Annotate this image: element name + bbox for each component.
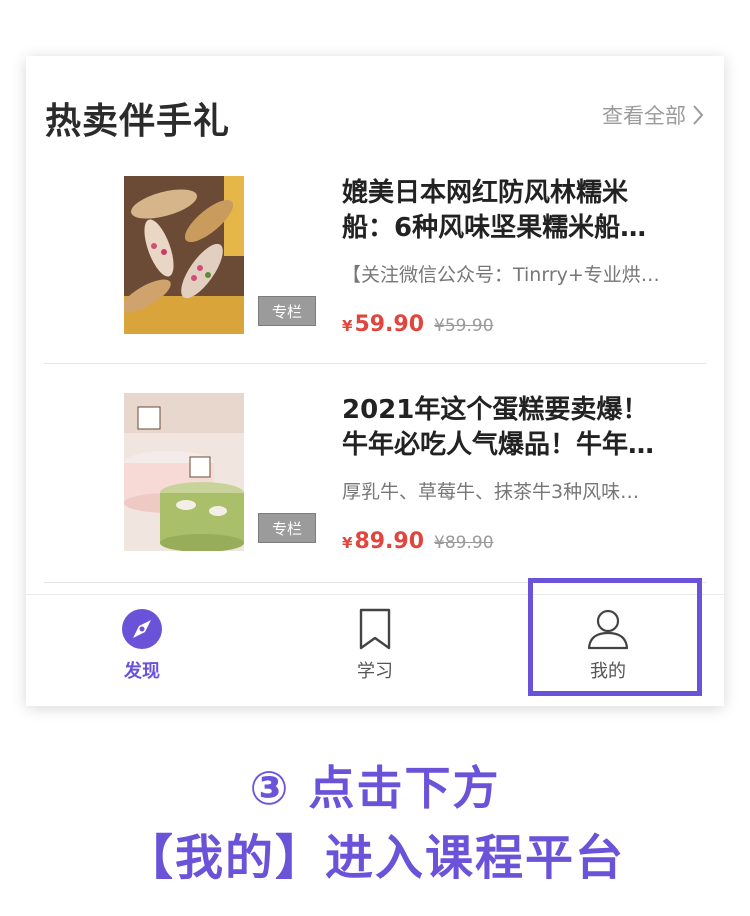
bookmark-icon bbox=[353, 607, 397, 651]
compass-icon bbox=[120, 607, 164, 651]
instruction-caption-line1: ③ 点击下方 bbox=[249, 761, 501, 815]
original-price: ¥59.90 bbox=[434, 316, 494, 336]
currency-symbol: ¥ bbox=[342, 534, 353, 552]
tab-discover-label: 发现 bbox=[124, 661, 160, 682]
view-all-label: 查看全部 bbox=[602, 104, 686, 128]
view-all-link[interactable]: 查看全部 bbox=[602, 100, 704, 130]
product-title-line2: 船：6种风味坚果糯米船… bbox=[342, 213, 647, 243]
column-tag: 专栏 bbox=[258, 513, 316, 543]
price-row: ¥89.90 ¥89.90 bbox=[342, 529, 494, 554]
price-row: ¥59.90 ¥59.90 bbox=[342, 312, 494, 337]
divider bbox=[44, 363, 706, 364]
product-title[interactable]: 媲美日本网红防风林糯米 船：6种风味坚果糯米船… bbox=[342, 176, 706, 246]
original-price: ¥89.90 bbox=[434, 533, 494, 553]
product-description: 【关注微信公众号：Tinrry+专业烘… bbox=[342, 264, 660, 286]
product-title[interactable]: 2021年这个蛋糕要卖爆！ 牛年必吃人气爆品！牛年… bbox=[342, 393, 706, 463]
product-card[interactable]: 专栏 媲美日本网红防风林糯米 船：6种风味坚果糯米船… 【关注微信公众号：Tin… bbox=[44, 176, 706, 356]
highlight-box bbox=[528, 578, 702, 696]
product-card[interactable]: 专栏 2021年这个蛋糕要卖爆！ 牛年必吃人气爆品！牛年… 厚乳牛、草莓牛、抹茶… bbox=[44, 393, 706, 573]
current-price: ¥59.90 bbox=[342, 312, 424, 337]
section-title: 热卖伴手礼 bbox=[45, 101, 231, 142]
tab-study-label: 学习 bbox=[357, 661, 393, 682]
product-title-line2: 牛年必吃人气爆品！牛年… bbox=[342, 430, 655, 460]
product-image-cow-cakes[interactable] bbox=[124, 393, 244, 551]
chevron-right-icon bbox=[693, 105, 704, 125]
tab-discover[interactable]: 发现 bbox=[26, 595, 258, 706]
currency-symbol: ¥ bbox=[342, 317, 353, 335]
price-value: 89.90 bbox=[354, 529, 425, 554]
tab-study[interactable]: 学习 bbox=[259, 595, 491, 706]
product-image-rice-boats[interactable] bbox=[124, 176, 244, 334]
column-tag: 专栏 bbox=[258, 296, 316, 326]
product-description: 厚乳牛、草莓牛、抹茶牛3种风味… bbox=[342, 481, 640, 503]
instruction-caption-line2: 【我的】进入课程平台 bbox=[124, 830, 625, 886]
product-title-line1: 媲美日本网红防风林糯米 bbox=[342, 178, 629, 208]
price-value: 59.90 bbox=[354, 312, 425, 337]
product-title-line1: 2021年这个蛋糕要卖爆！ bbox=[342, 395, 649, 425]
current-price: ¥89.90 bbox=[342, 529, 424, 554]
